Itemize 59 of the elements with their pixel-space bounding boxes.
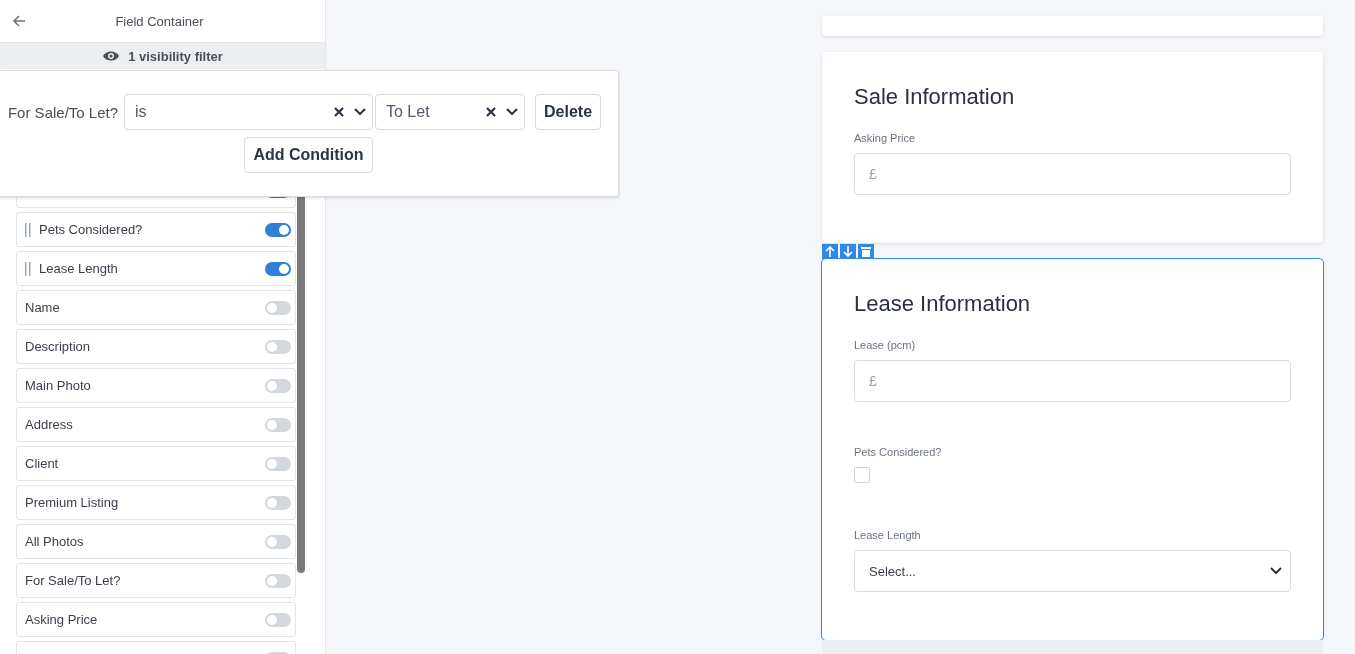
delete-button[interactable]: Delete [535, 94, 602, 130]
field-label: Lease (pcm) [854, 339, 917, 351]
form-card[interactable]: Lease Information Lease (pcm) £ Pets Considered? Lease Length Select... [822, 259, 1323, 640]
select-dropdown[interactable]: Select... [854, 550, 1291, 592]
toggle-switch[interactable] [265, 222, 291, 237]
field-name: For Sale/To Let? [25, 573, 122, 588]
drag-handle-icon[interactable] [25, 222, 31, 237]
field-row[interactable]: For Sale/To Let? [16, 563, 296, 598]
field-name: Address [25, 417, 74, 432]
chevron-down-icon[interactable] [506, 108, 518, 116]
field-row[interactable]: All Photos [16, 524, 296, 559]
section-title: Sale Information [854, 84, 1016, 110]
drag-handle-icon[interactable] [25, 261, 31, 276]
field-name: Description [25, 339, 92, 354]
back-arrow-icon[interactable] [12, 15, 26, 27]
condition-field: For Sale/To Let? [7, 103, 118, 121]
move-up-button[interactable] [822, 244, 838, 259]
field-name: Name [25, 300, 61, 315]
field-label: Pets Considered? [854, 446, 943, 458]
chevron-down-icon[interactable] [1270, 567, 1282, 575]
eye-icon [102, 50, 121, 62]
field-row[interactable]: Name [16, 290, 296, 325]
field-name: Lease Length [39, 261, 119, 276]
toggle-switch[interactable] [265, 417, 291, 432]
toggle-switch[interactable] [265, 378, 291, 393]
toggle-switch[interactable] [265, 573, 291, 588]
filter-count[interactable]: 1 visibility filter [128, 48, 223, 64]
add-condition-button[interactable]: Add Condition [244, 137, 373, 173]
field-label: Asking Price [854, 132, 917, 144]
clear-icon[interactable] [486, 107, 496, 117]
field-row[interactable]: Client [16, 446, 296, 481]
field-name: All Photos [25, 534, 85, 549]
field-row[interactable]: Description [16, 329, 296, 364]
checkbox[interactable] [854, 467, 870, 483]
field-row[interactable]: Lease Length [16, 251, 296, 286]
toggle-switch[interactable] [265, 456, 291, 471]
value-select[interactable]: To Let [375, 94, 525, 130]
field-name: Main Photo [25, 378, 92, 393]
field-name: Client [25, 456, 60, 471]
field-row[interactable]: Asking Price [16, 602, 296, 637]
operator-select[interactable]: is [124, 94, 373, 130]
chevron-down-icon[interactable] [354, 108, 366, 116]
toggle-switch[interactable] [265, 495, 291, 510]
field-row[interactable]: Address [16, 407, 296, 442]
field-row[interactable]: Main Photo [16, 368, 296, 403]
panel-title: Field Container [114, 13, 205, 29]
section-title: Lease Information [854, 291, 1032, 317]
field-name: Asking Price [25, 612, 99, 627]
toggle-switch[interactable] [265, 300, 291, 315]
field-row[interactable]: Premium Listing [16, 485, 296, 520]
field-name: Pets Considered? [39, 222, 144, 237]
field-row[interactable]: Pets Considered? [16, 212, 296, 247]
field-label: Lease Length [854, 529, 922, 541]
toggle-switch[interactable] [265, 339, 291, 354]
toggle-switch[interactable] [265, 534, 291, 549]
toggle-switch[interactable] [265, 612, 291, 627]
field-name: Premium Listing [25, 495, 120, 510]
toggle-switch[interactable] [265, 261, 291, 276]
clear-icon[interactable] [334, 107, 344, 117]
